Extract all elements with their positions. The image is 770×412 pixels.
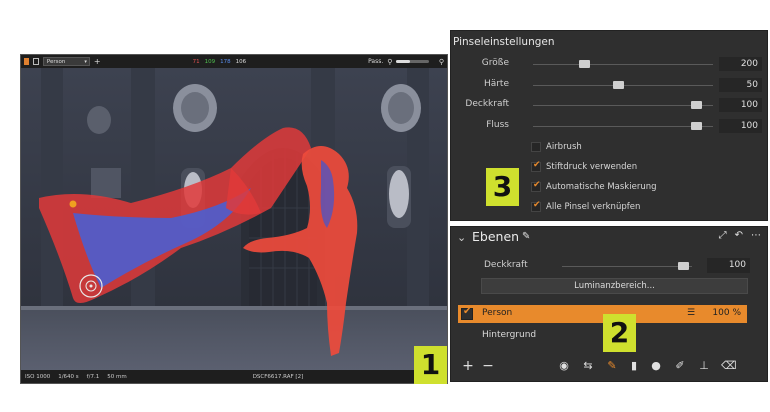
zoom-in-icon[interactable]: ⚲ — [439, 58, 444, 66]
layer-opacity: 100 % — [712, 308, 741, 318]
image-viewer: Person + 71 109 178 106 Pass. ⚲ ⚲ — [20, 54, 448, 384]
slider-label: Fluss — [486, 120, 509, 130]
checkbox[interactable] — [531, 200, 541, 212]
file-name: DSCF6617.RAF [2] — [252, 373, 304, 380]
photo-image — [21, 68, 447, 371]
layer-name: Hintergrund — [482, 330, 537, 340]
more-icon[interactable]: ⋯ — [751, 230, 761, 241]
slider-track[interactable] — [533, 60, 713, 68]
aperture-value: f/7.1 — [86, 373, 100, 380]
stage: Person + 71 109 178 106 Pass. ⚲ ⚲ — [0, 0, 770, 412]
minus-icon[interactable]: − — [481, 359, 495, 373]
slider-label: Deckkraft — [465, 99, 509, 109]
slider-label: Härte — [483, 79, 509, 89]
slider-thumb[interactable] — [613, 81, 624, 89]
badge-3: 3 — [486, 168, 519, 206]
slider-track[interactable] — [533, 81, 713, 89]
green-value: 109 — [204, 58, 216, 65]
badge-2: 2 — [603, 314, 636, 352]
panel-title: Pinseleinstellungen — [453, 36, 555, 48]
checkbox[interactable] — [531, 160, 541, 172]
slider-value[interactable]: 100 — [719, 119, 762, 133]
radial-icon[interactable]: ● — [649, 359, 663, 373]
slider-value[interactable]: 200 — [719, 57, 762, 71]
slider-hardness[interactable]: Härte 50 — [451, 78, 767, 93]
luminance-range-button[interactable]: Luminanzbereich... — [481, 278, 748, 294]
slider-thumb[interactable] — [579, 60, 590, 68]
undo-icon[interactable]: ↶ — [735, 230, 743, 241]
viewer-toolbar: Person + 71 109 178 106 Pass. ⚲ ⚲ — [21, 55, 447, 68]
eye-icon[interactable]: ◉ — [557, 359, 571, 373]
brush-icon[interactable]: ✎ — [522, 231, 530, 242]
chevron-down-icon[interactable]: ⌄ — [457, 231, 466, 244]
photo-canvas[interactable] — [21, 68, 447, 371]
gradient-icon[interactable]: ▮ — [627, 359, 641, 373]
checkbox-label: Automatische Maskierung — [546, 182, 657, 192]
slider-value[interactable]: 100 — [719, 98, 762, 112]
slider-label: Größe — [481, 58, 509, 68]
blue-value: 178 — [220, 58, 231, 65]
checkbox-link-brushes[interactable]: Alle Pinsel verknüpfen — [531, 200, 640, 214]
stamp-icon[interactable]: ⊥ — [697, 359, 711, 373]
checkbox[interactable] — [531, 142, 541, 152]
layer-opacity-thumb[interactable] — [678, 262, 689, 270]
slider-track[interactable] — [533, 101, 713, 109]
layer-opacity-value[interactable]: 100 — [707, 258, 750, 273]
layers-panel: ⌄ Ebenen ✎ ⤢ ↶ ⋯ Deckkraft 100 Luminanzb… — [450, 226, 768, 382]
adjust-icon[interactable]: ☰ — [687, 308, 695, 318]
slider-opacity[interactable]: Deckkraft 100 — [451, 98, 767, 113]
checkbox-label: Airbrush — [546, 142, 582, 152]
zoom-slider[interactable] — [396, 60, 429, 63]
layer-tools: + − ◉ ⇆ ✎ ▮ ● ✐ ⊥ ⌫ — [451, 359, 767, 377]
slider-flow[interactable]: Fluss 100 — [451, 119, 767, 134]
brush-icon[interactable]: ✎ — [605, 359, 619, 373]
layer-checkbox[interactable] — [461, 306, 473, 320]
slider-thumb[interactable] — [691, 122, 702, 130]
focal-value: 50 mm — [107, 373, 127, 380]
layer-opacity-track[interactable] — [562, 262, 692, 270]
crosshair-icon[interactable]: + — [94, 57, 101, 66]
frame-icon[interactable] — [33, 58, 39, 65]
badge-1: 1 — [414, 346, 447, 384]
grid-icon[interactable] — [24, 58, 30, 65]
fit-label[interactable]: Pass. — [368, 58, 383, 65]
layers-header[interactable]: ⌄ Ebenen ✎ ⤢ ↶ ⋯ — [451, 227, 767, 249]
expand-icon[interactable]: ⤢ — [719, 230, 727, 241]
layer-opacity-label: Deckkraft — [484, 260, 528, 270]
checkbox-auto-mask[interactable]: Automatische Maskierung — [531, 180, 657, 194]
checkbox-airbrush[interactable]: Airbrush — [531, 140, 582, 154]
slider-value[interactable]: 50 — [719, 78, 762, 92]
checkbox-label: Alle Pinsel verknüpfen — [546, 202, 641, 212]
slider-track[interactable] — [533, 122, 713, 130]
layer-select[interactable]: Person — [42, 57, 90, 66]
layer-name: Person — [482, 308, 513, 318]
zoom-out-icon[interactable]: ⚲ — [387, 58, 392, 66]
luminance-value: 106 — [235, 58, 247, 65]
checkbox[interactable] — [531, 180, 541, 192]
slider-thumb[interactable] — [691, 101, 702, 109]
plus-icon[interactable]: + — [461, 359, 475, 373]
checkbox-pen-pressure[interactable]: Stiftdruck verwenden — [531, 160, 637, 174]
draw-mask-icon[interactable]: ✐ — [673, 359, 687, 373]
eraser-icon[interactable]: ⌫ — [721, 359, 737, 373]
shutter-value: 1/640 s — [58, 373, 79, 380]
swap-icon[interactable]: ⇆ — [581, 359, 595, 373]
viewer-status-bar: ISO 1000 1/640 s f/7.1 50 mm DSCF6617.RA… — [21, 370, 447, 383]
slider-size[interactable]: Größe 200 — [451, 57, 767, 72]
layers-header-icons: ⤢ ↶ ⋯ — [719, 230, 761, 241]
iso-value: ISO 1000 — [25, 373, 51, 380]
checkbox-label: Stiftdruck verwenden — [546, 162, 638, 172]
color-readout: 71 109 178 106 — [193, 59, 247, 65]
layers-title: Ebenen — [472, 229, 520, 244]
red-value: 71 — [192, 58, 200, 65]
